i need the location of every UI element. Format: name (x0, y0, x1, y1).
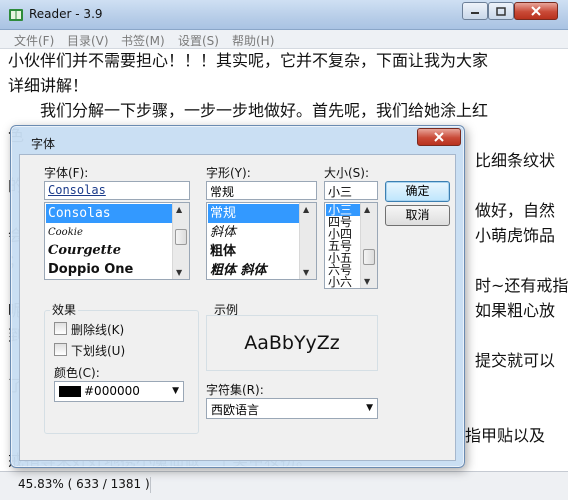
font-option[interactable]: Doppio One (46, 260, 133, 279)
color-value: #000000 (84, 384, 140, 398)
font-option[interactable]: Consolas (46, 204, 173, 223)
text-line: 我们分解一下步骤，一步一步地做好。首先呢，我们给她涂上红 (8, 101, 489, 120)
chevron-down-icon: ▼ (172, 386, 179, 396)
minimize-button[interactable] (462, 2, 488, 20)
window-title: Reader - 3.9 (29, 7, 103, 21)
title-bar: Reader - 3.9 (0, 0, 568, 30)
script-label: 字符集(R): (206, 383, 264, 397)
underline-label: 下划线(U) (71, 344, 126, 358)
color-select[interactable]: #000000 ▼ (54, 381, 184, 402)
font-name-input[interactable]: Consolas (44, 181, 190, 200)
style-option[interactable]: 粗体 (208, 242, 236, 261)
close-icon (531, 6, 541, 16)
scroll-up-icon[interactable]: ▲ (176, 205, 182, 214)
strikeout-label: 删除线(K) (71, 323, 125, 337)
sample-text: AaBbYyZz (244, 332, 340, 354)
text-fragment: 时~还有戒指 (475, 276, 568, 295)
scroll-down-icon[interactable]: ▼ (176, 268, 182, 277)
strikeout-checkbox[interactable] (54, 322, 67, 335)
script-value: 西欧语言 (211, 403, 260, 417)
style-input[interactable]: 常规 (206, 181, 317, 200)
style-list-scrollbar[interactable]: ▲ ▼ (299, 203, 316, 279)
size-input[interactable]: 小三 (324, 181, 378, 200)
font-option[interactable]: Courgette (46, 241, 121, 260)
cancel-button[interactable]: 取消 (385, 205, 450, 226)
style-label: 字形(Y): (206, 166, 251, 180)
menu-bookmark[interactable]: 书签(M) (121, 32, 165, 49)
color-swatch (59, 386, 81, 397)
maximize-icon (496, 6, 506, 16)
status-bar: 45.83% ( 633 / 1381 ) (0, 471, 568, 500)
font-dialog: 字体 字体(F): Consolas Consolas Cookie Courg… (10, 125, 465, 468)
scroll-up-icon[interactable]: ▲ (303, 205, 309, 214)
scroll-up-icon[interactable]: ▲ (364, 205, 370, 214)
menu-toc[interactable]: 目录(V) (67, 32, 109, 49)
size-option[interactable]: 小六 (326, 276, 352, 288)
text-fragment: 指甲贴以及 (465, 426, 546, 445)
font-option[interactable]: Cookie (46, 223, 83, 242)
size-list[interactable]: 小三 四号 小四 五号 小五 六号 小六 ▲ ▼ (324, 202, 378, 289)
size-list-scrollbar[interactable]: ▲ ▼ (360, 203, 377, 288)
chevron-down-icon: ▼ (366, 403, 373, 413)
dialog-title: 字体 (31, 137, 56, 151)
color-label: 颜色(C): (54, 366, 100, 380)
status-divider (150, 477, 151, 493)
text-fragment: 做好，自然 (475, 201, 556, 220)
style-option[interactable]: 斜体 (208, 223, 236, 242)
text-fragment: 提交就可以 (475, 351, 556, 370)
style-list[interactable]: 常规 斜体 粗体 粗体 斜体 ▲ ▼ (206, 202, 317, 280)
style-option[interactable]: 粗体 斜体 (208, 261, 267, 279)
font-label: 字体(F): (44, 166, 89, 180)
maximize-button[interactable] (488, 2, 514, 20)
minimize-icon (471, 12, 479, 14)
book-icon (9, 9, 23, 21)
menu-help[interactable]: 帮助(H) (232, 32, 274, 49)
style-option[interactable]: 常规 (208, 204, 300, 223)
menu-settings[interactable]: 设置(S) (178, 32, 219, 49)
close-icon (434, 132, 444, 142)
reading-progress: 45.83% ( 633 / 1381 ) (18, 477, 150, 491)
text-fragment: 比细条纹状 (475, 151, 556, 170)
font-list[interactable]: Consolas Cookie Courgette Doppio One ▲ ▼ (44, 202, 190, 280)
sample-preview: AaBbYyZz (206, 315, 378, 371)
ok-button[interactable]: 确定 (385, 181, 450, 202)
script-select[interactable]: 西欧语言 ▼ (206, 398, 378, 419)
scroll-thumb[interactable] (175, 229, 187, 245)
text-fragment: 如果粗心放 (475, 301, 556, 320)
scroll-down-icon[interactable]: ▼ (303, 268, 309, 277)
underline-checkbox[interactable] (54, 343, 67, 356)
dialog-close-button[interactable] (417, 128, 461, 146)
size-label: 大小(S): (324, 166, 370, 180)
menu-file[interactable]: 文件(F) (14, 32, 54, 49)
text-line: 详细讲解！ (8, 76, 89, 95)
menu-bar: 文件(F) 目录(V) 书签(M) 设置(S) 帮助(H) (0, 30, 568, 49)
close-button[interactable] (514, 2, 558, 20)
scroll-thumb[interactable] (363, 249, 375, 265)
dialog-body: 字体(F): Consolas Consolas Cookie Courgett… (19, 154, 456, 461)
text-line: 小伙伴们并不需要担心！！！其实呢，它并不复杂，下面让我为大家 (8, 51, 489, 70)
scroll-down-icon[interactable]: ▼ (364, 277, 370, 286)
effects-label: 效果 (50, 301, 79, 318)
font-list-scrollbar[interactable]: ▲ ▼ (172, 203, 189, 279)
text-fragment: 小萌虎饰品 (475, 226, 556, 245)
